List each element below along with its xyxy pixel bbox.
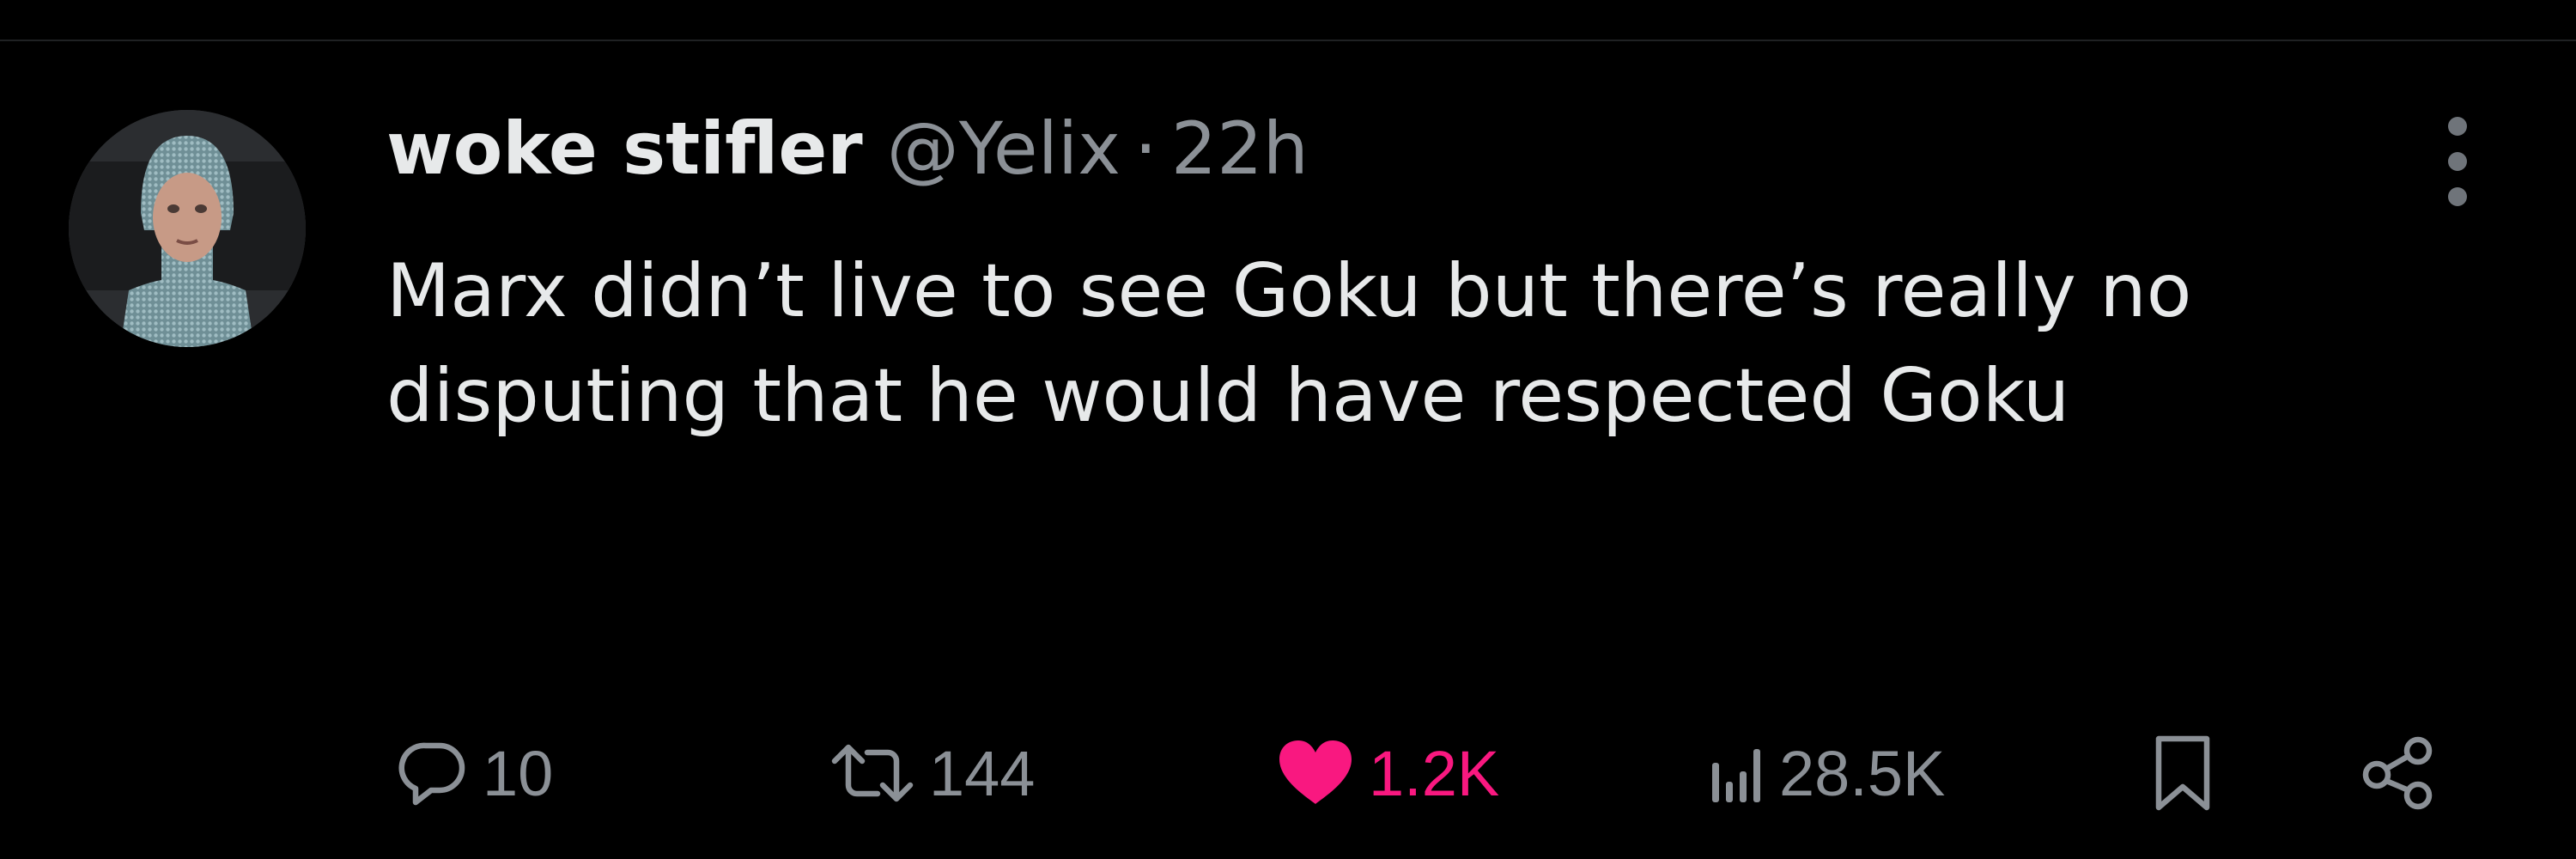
like-count: 1.2K xyxy=(1369,737,1500,809)
bookmark-button[interactable] xyxy=(2148,730,2217,816)
tweet-timestamp[interactable]: 22h xyxy=(1171,101,1309,196)
tweet-text: Marx didn’t live to see Goku but there’s… xyxy=(386,248,2192,439)
retweet-count: 144 xyxy=(929,737,1036,809)
tweet-actions: 10 144 1.2K 28.5K xyxy=(0,730,2576,816)
views-count: 28.5K xyxy=(1779,737,1946,809)
top-divider xyxy=(0,40,2576,41)
like-button[interactable]: 1.2K xyxy=(1276,730,1499,816)
bookmark-icon xyxy=(2155,735,2210,811)
avatar[interactable] xyxy=(69,110,306,347)
views-icon xyxy=(1712,749,1760,802)
more-dot xyxy=(2448,152,2467,171)
share-button[interactable] xyxy=(2358,730,2437,816)
retweet-button[interactable]: 144 xyxy=(829,730,1035,816)
share-icon xyxy=(2362,736,2433,810)
author-handle[interactable]: @Yelix xyxy=(887,101,1121,196)
views-button[interactable]: 28.5K xyxy=(1709,730,1945,816)
header-separator: · xyxy=(1133,107,1157,191)
reply-button[interactable]: 10 xyxy=(397,730,553,816)
more-options-button[interactable] xyxy=(2433,117,2482,206)
more-vertical-icon xyxy=(2448,117,2467,136)
heart-icon xyxy=(1279,740,1352,804)
avatar-image xyxy=(69,110,306,347)
reply-count: 10 xyxy=(483,737,554,809)
more-dot xyxy=(2448,187,2467,206)
author-name[interactable]: woke stifler xyxy=(386,101,863,196)
reply-icon xyxy=(398,742,465,806)
tweet-header: woke stifler @Yelix · 22h xyxy=(386,101,1309,196)
retweet-icon xyxy=(831,744,914,802)
